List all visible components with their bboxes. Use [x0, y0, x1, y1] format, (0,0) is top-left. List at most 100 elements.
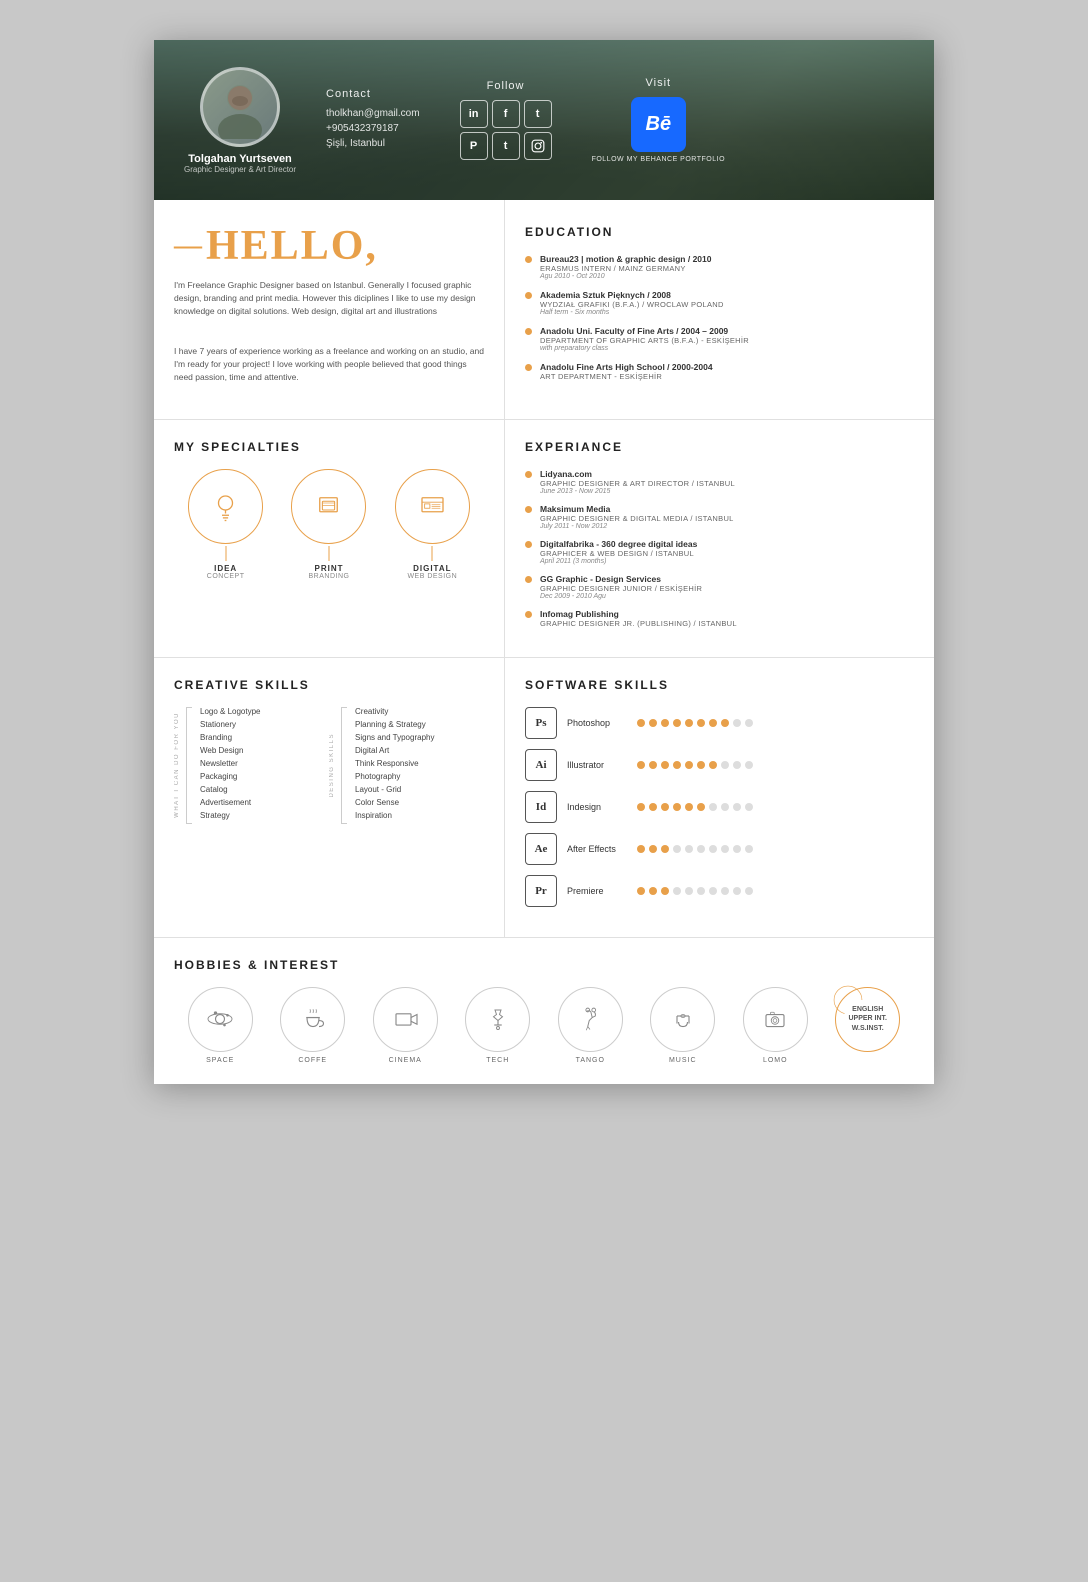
digital-circle — [395, 469, 470, 544]
idea-circle — [188, 469, 263, 544]
exp-main: Digitalfabrika - 360 degree digital idea… — [540, 539, 697, 549]
specialty-sublabel: BRANDING — [309, 573, 350, 580]
visit-label: Visit — [646, 77, 672, 89]
exp-content: Digitalfabrika - 360 degree digital idea… — [540, 539, 697, 565]
person-title: Graphic Designer & Art Director — [184, 165, 296, 174]
exp-item-1: Lidyana.com GRAPHIC DESIGNER & ART DIREC… — [525, 469, 914, 495]
avatar-area: Tolgahan Yurtseven Graphic Designer & Ar… — [184, 67, 296, 174]
skills-bracket-right — [341, 707, 347, 824]
sw-name: Premiere — [567, 886, 637, 896]
ae-icon: Ae — [525, 833, 557, 865]
visit-section: Visit Bē FOLLOW MY BEHANCE PORTFOLIO — [592, 77, 725, 163]
skill-item: Digital Art — [355, 746, 484, 755]
exp-dot — [525, 541, 532, 548]
sw-dot — [697, 887, 705, 895]
twitter-icon[interactable]: t — [524, 100, 552, 128]
creative-skills-title: CREATIVE SKILLS — [174, 678, 484, 692]
hobby-circle — [650, 987, 715, 1052]
exp-content: Lidyana.com GRAPHIC DESIGNER & ART DIREC… — [540, 469, 735, 495]
exp-item-2: Maksimum Media GRAPHIC DESIGNER & DIGITA… — [525, 504, 914, 530]
skills-inner: WHAT I CAN DO FOR YOU Logo & Logotype St… — [174, 707, 484, 824]
ps-icon: Ps — [525, 707, 557, 739]
linkedin-icon[interactable]: in — [460, 100, 488, 128]
hobby-circle-english: ENGLISHUPPER INT.W.S.INST. — [835, 987, 900, 1052]
facebook-icon[interactable]: f — [492, 100, 520, 128]
skills-list-left: Logo & Logotype Stationery Branding Web … — [200, 707, 329, 824]
hobby-label: COFFE — [298, 1057, 327, 1064]
hobbies-title: HOBBIES & INTEREST — [174, 958, 914, 972]
experience-section: EXPERIANCE Lidyana.com GRAPHIC DESIGNER … — [505, 420, 934, 657]
exp-main: Lidyana.com — [540, 469, 735, 479]
edu-sub: ART DEPARTMENT - ESKİŞEHİR — [540, 372, 713, 381]
skills-label-what: WHAT I CAN DO FOR YOU — [174, 712, 180, 818]
sw-dot — [673, 761, 681, 769]
contact-label: Contact — [326, 88, 420, 100]
sw-dot — [673, 719, 681, 727]
edu-dot — [525, 328, 532, 335]
exp-dot — [525, 471, 532, 478]
sw-dot — [721, 803, 729, 811]
instagram-icon[interactable] — [524, 132, 552, 160]
hobby-circle — [373, 987, 438, 1052]
skill-item: Strategy — [200, 811, 329, 820]
sw-dot — [697, 845, 705, 853]
edu-main: Anadolu Fine Arts High School / 2000-200… — [540, 362, 713, 372]
skills-list-right: Creativity Planning & Strategy Signs and… — [355, 707, 484, 824]
skills-bracket-left — [186, 707, 192, 824]
hobbies-section: HOBBIES & INTEREST SPACE — [154, 938, 934, 1084]
creative-skills-section: CREATIVE SKILLS WHAT I CAN DO FOR YOU Lo… — [154, 658, 505, 937]
sw-dots — [637, 887, 753, 895]
sw-dots — [637, 761, 753, 769]
specialty-sublabel: CONCEPT — [207, 573, 245, 580]
hello-section: — HELLO, I'm Freelance Graphic Designer … — [154, 200, 505, 419]
skill-item: Photography — [355, 772, 484, 781]
experience-list: Lidyana.com GRAPHIC DESIGNER & ART DIREC… — [525, 469, 914, 628]
edu-dot — [525, 292, 532, 299]
exp-sub: GRAPHIC DESIGNER & ART DIRECTOR / ISTANB… — [540, 479, 735, 488]
sw-dot — [673, 845, 681, 853]
skill-item: Logo & Logotype — [200, 707, 329, 716]
sw-dot — [661, 845, 669, 853]
sw-dot — [745, 887, 753, 895]
skill-item: Creativity — [355, 707, 484, 716]
hobby-label: SPACE — [206, 1057, 234, 1064]
skills-label-desing: DESING SKILLS — [329, 733, 335, 798]
edu-content: Anadolu Fine Arts High School / 2000-200… — [540, 362, 713, 381]
header-content: Tolgahan Yurtseven Graphic Designer & Ar… — [184, 67, 904, 174]
social-icons: in f t P t — [460, 100, 552, 160]
behance-icon[interactable]: Bē — [631, 97, 686, 152]
exp-item-4: GG Graphic - Design Services GRAPHIC DES… — [525, 574, 914, 600]
sw-dot — [745, 761, 753, 769]
sw-name: Photoshop — [567, 718, 637, 728]
hobby-space: SPACE — [188, 987, 253, 1064]
sw-dot — [697, 761, 705, 769]
exp-content: Maksimum Media GRAPHIC DESIGNER & DIGITA… — [540, 504, 734, 530]
sw-premiere: Pr Premiere — [525, 875, 914, 907]
sw-illustrator: Ai Illustrator — [525, 749, 914, 781]
english-arc — [833, 985, 863, 1015]
hobby-music: MUSIC — [650, 987, 715, 1064]
sw-indesign: Id Indesign — [525, 791, 914, 823]
hello-para1: I'm Freelance Graphic Designer based on … — [174, 279, 484, 317]
sw-dot — [661, 887, 669, 895]
edu-sub: WYDZIAŁ GRAFIKI (B.F.A.) / WROCLAW POLAN… — [540, 300, 724, 309]
skill-item: Planning & Strategy — [355, 720, 484, 729]
edu-main: Akademia Sztuk Pięknych / 2008 — [540, 290, 724, 300]
sw-dot — [685, 845, 693, 853]
exp-main: Maksimum Media — [540, 504, 734, 514]
edu-item-3: Anadolu Uni. Faculty of Fine Arts / 2004… — [525, 326, 914, 352]
header: Tolgahan Yurtseven Graphic Designer & Ar… — [154, 40, 934, 200]
exp-main: Infomag Publishing — [540, 609, 737, 619]
software-skills-title: SOFTWARE SKILLS — [525, 678, 914, 692]
specialties-row: MY SPECIALTIES IDEA CONCEPT — [154, 420, 934, 658]
hobby-circle — [280, 987, 345, 1052]
follow-label: Follow — [460, 80, 552, 92]
sw-name: Illustrator — [567, 760, 637, 770]
edu-content: Anadolu Uni. Faculty of Fine Arts / 2004… — [540, 326, 749, 352]
tumblr-icon[interactable]: t — [492, 132, 520, 160]
hobby-coffee: COFFE — [280, 987, 345, 1064]
sw-dot — [733, 803, 741, 811]
sw-dot — [637, 845, 645, 853]
pinterest-icon[interactable]: P — [460, 132, 488, 160]
sw-dot — [637, 719, 645, 727]
